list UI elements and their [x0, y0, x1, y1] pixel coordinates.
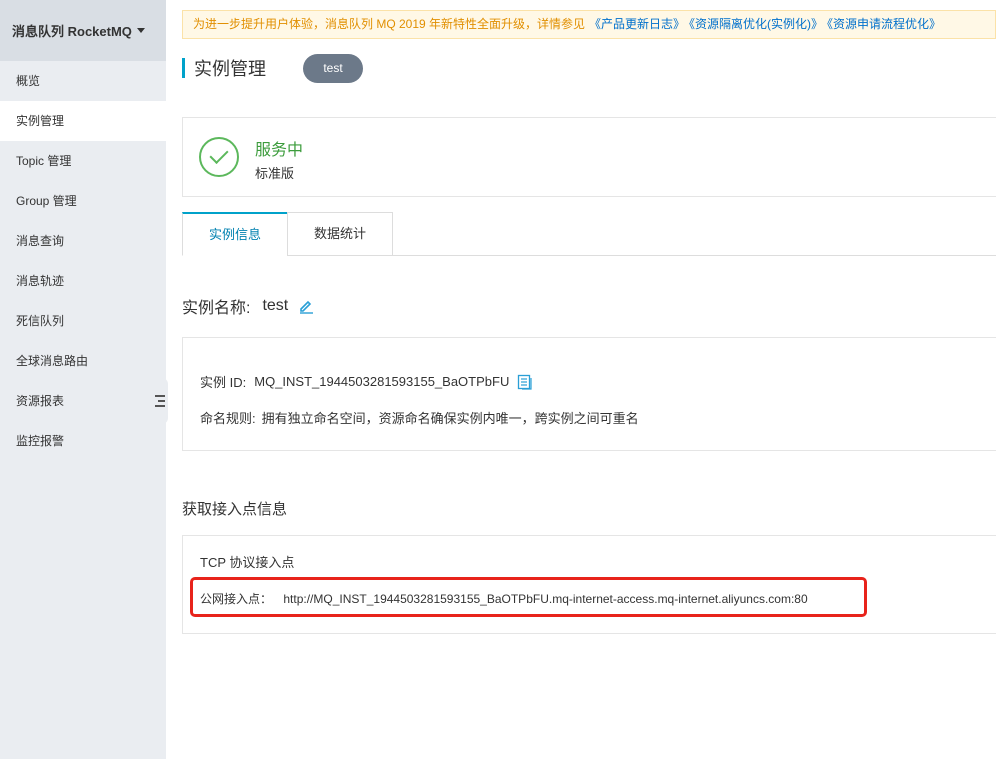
- sidebar-collapse-icon: [155, 395, 165, 407]
- tab-data-statistics[interactable]: 数据统计: [287, 212, 393, 256]
- notice-link-apply-flow[interactable]: 《资源申请流程优化》: [827, 17, 941, 31]
- notice-banner: 为进一步提升用户体验，消息队列 MQ 2019 年新特性全面升级，详情参见 《产品…: [182, 10, 996, 39]
- instance-name-value: test: [262, 297, 289, 314]
- naming-rule-value: 拥有独立命名空间，资源命名确保实例内唯一，跨实例之间可重名: [261, 411, 639, 426]
- product-title: 消息队列 RocketMQ: [12, 24, 132, 39]
- public-endpoint-row: 公网接入点： http://MQ_INST_1944503281593155_B…: [200, 590, 808, 607]
- sidebar: 消息队列 RocketMQ 概览 实例管理 Topic 管理 Group 管理 …: [0, 0, 166, 759]
- instance-id-row: 实例 ID: MQ_INST_1944503281593155_BaOTPbFU: [200, 372, 533, 391]
- sidebar-item-overview[interactable]: 概览: [0, 61, 166, 101]
- instance-name-label: 实例名称:: [182, 300, 251, 317]
- endpoint-section-title: 获取接入点信息: [182, 501, 288, 518]
- instance-id-label: 实例 ID:: [200, 375, 247, 390]
- naming-rule-label: 命名规则:: [200, 411, 256, 426]
- instance-name-row: 实例名称: test: [182, 294, 314, 318]
- copy-icon[interactable]: [517, 374, 533, 390]
- notice-link-changelog[interactable]: 《产品更新日志》: [589, 17, 685, 31]
- sidebar-collapse-button[interactable]: [152, 378, 168, 424]
- sidebar-item-dead-letter-queue[interactable]: 死信队列: [0, 301, 166, 341]
- instance-selector[interactable]: test: [303, 54, 363, 83]
- check-circle-icon: [199, 137, 239, 177]
- sidebar-item-instance-management[interactable]: 实例管理: [0, 101, 166, 141]
- sidebar-item-message-trace[interactable]: 消息轨迹: [0, 261, 166, 301]
- public-endpoint-label: 公网接入点：: [200, 592, 273, 606]
- sidebar-item-message-query[interactable]: 消息查询: [0, 221, 166, 261]
- page-header: 实例管理: [182, 56, 266, 80]
- tab-bar: 实例信息 数据统计: [182, 212, 996, 256]
- product-switcher[interactable]: 消息队列 RocketMQ: [0, 0, 166, 61]
- instance-id-value: MQ_INST_1944503281593155_BaOTPbFU: [254, 374, 510, 389]
- notice-link-isolation[interactable]: 《资源隔离优化(实例化)》: [689, 17, 823, 31]
- sidebar-item-resource-report[interactable]: 资源报表: [0, 381, 166, 421]
- status-label: 服务中: [255, 142, 304, 159]
- status-card: 服务中 标准版: [182, 117, 996, 197]
- tcp-endpoint-label: TCP 协议接入点: [200, 555, 295, 570]
- page-title: 实例管理: [194, 59, 266, 79]
- public-endpoint-url[interactable]: http://MQ_INST_1944503281593155_BaOTPbFU…: [283, 592, 807, 606]
- edition-label: 标准版: [255, 166, 295, 181]
- naming-rule-row: 命名规则: 拥有独立命名空间，资源命名确保实例内唯一，跨实例之间可重名: [200, 408, 639, 427]
- instance-info-card: 实例 ID: MQ_INST_1944503281593155_BaOTPbFU…: [182, 337, 996, 451]
- sidebar-item-global-routing[interactable]: 全球消息路由: [0, 341, 166, 381]
- sidebar-item-group-management[interactable]: Group 管理: [0, 181, 166, 221]
- endpoint-card: TCP 协议接入点 公网接入点： http://MQ_INST_19445032…: [182, 535, 996, 634]
- pencil-icon[interactable]: [298, 298, 314, 314]
- caret-down-icon: [136, 28, 145, 33]
- tab-instance-info[interactable]: 实例信息: [182, 212, 288, 256]
- notice-text: 为进一步提升用户体验，消息队列 MQ 2019 年新特性全面升级，详情参见: [193, 17, 586, 31]
- title-accent-bar: [182, 58, 185, 78]
- sidebar-item-monitoring-alerts[interactable]: 监控报警: [0, 421, 166, 461]
- sidebar-item-topic-management[interactable]: Topic 管理: [0, 141, 166, 181]
